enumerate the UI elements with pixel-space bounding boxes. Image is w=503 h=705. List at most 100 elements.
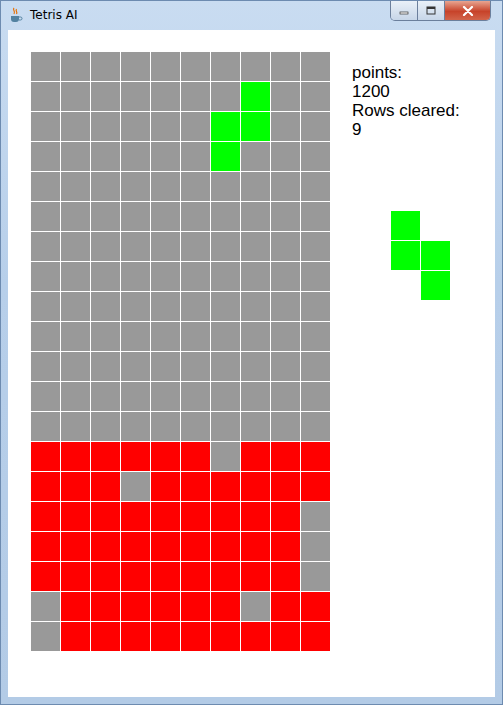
board-cell bbox=[301, 352, 330, 381]
board-cell bbox=[301, 142, 330, 171]
board-cell bbox=[31, 82, 60, 111]
board-cell bbox=[181, 202, 210, 231]
game-panel: points:1200Rows cleared:9 bbox=[8, 30, 495, 697]
board-cell bbox=[301, 622, 330, 651]
board-cell bbox=[151, 412, 180, 441]
board-cell bbox=[271, 622, 300, 651]
board-cell bbox=[31, 232, 60, 261]
board-cell bbox=[31, 562, 60, 591]
minimize-button[interactable] bbox=[391, 1, 418, 20]
board-cell bbox=[31, 292, 60, 321]
board-cell bbox=[151, 352, 180, 381]
board-cell bbox=[181, 622, 210, 651]
preview-cell bbox=[421, 241, 450, 270]
board-cell bbox=[61, 172, 90, 201]
board-cell bbox=[271, 82, 300, 111]
board-cell bbox=[271, 142, 300, 171]
maximize-button[interactable] bbox=[418, 1, 445, 20]
board-cell bbox=[271, 592, 300, 621]
board-cell bbox=[271, 262, 300, 291]
board-cell bbox=[181, 532, 210, 561]
board-cell bbox=[91, 322, 120, 351]
preview-cell bbox=[391, 211, 420, 240]
board-cell bbox=[241, 232, 270, 261]
board-cell bbox=[241, 352, 270, 381]
board-cell bbox=[31, 442, 60, 471]
board-cell bbox=[301, 202, 330, 231]
board-cell bbox=[91, 622, 120, 651]
board-cell bbox=[121, 232, 150, 261]
board-cell bbox=[61, 142, 90, 171]
board-cell bbox=[121, 472, 150, 501]
stat-label: points: bbox=[352, 63, 460, 82]
stat-label: Rows cleared: bbox=[352, 101, 460, 120]
board-cell bbox=[151, 112, 180, 141]
board-cell bbox=[211, 262, 240, 291]
board-cell bbox=[241, 172, 270, 201]
board-cell bbox=[271, 52, 300, 81]
board-cell bbox=[241, 592, 270, 621]
preview-cell bbox=[391, 241, 420, 270]
board-cell bbox=[31, 502, 60, 531]
board-cell bbox=[211, 562, 240, 591]
board-cell bbox=[241, 502, 270, 531]
java-cup-icon bbox=[8, 7, 24, 23]
close-button[interactable] bbox=[445, 1, 490, 20]
board-cell bbox=[301, 562, 330, 591]
board-cell bbox=[31, 52, 60, 81]
board-cell bbox=[61, 412, 90, 441]
board-cell bbox=[301, 112, 330, 141]
board-cell bbox=[271, 382, 300, 411]
board-cell bbox=[271, 232, 300, 261]
board-cell bbox=[301, 262, 330, 291]
board-cell bbox=[91, 142, 120, 171]
board-cell bbox=[61, 472, 90, 501]
board-cell bbox=[181, 412, 210, 441]
board-cell bbox=[211, 142, 240, 171]
side-panel: points:1200Rows cleared:9 bbox=[352, 52, 460, 300]
board-cell bbox=[61, 202, 90, 231]
preview-cell bbox=[391, 271, 420, 300]
board-cell bbox=[181, 352, 210, 381]
board-cell bbox=[31, 172, 60, 201]
board-cell bbox=[151, 82, 180, 111]
board-cell bbox=[301, 172, 330, 201]
board-cell bbox=[181, 112, 210, 141]
board-cell bbox=[151, 142, 180, 171]
board-cell bbox=[91, 292, 120, 321]
board-cell bbox=[31, 262, 60, 291]
board-cell bbox=[211, 202, 240, 231]
board-cell bbox=[151, 232, 180, 261]
board-cell bbox=[241, 112, 270, 141]
board-cell bbox=[271, 442, 300, 471]
board-cell bbox=[241, 532, 270, 561]
board-cell bbox=[91, 592, 120, 621]
board-cell bbox=[61, 442, 90, 471]
board-cell bbox=[151, 442, 180, 471]
board-cell bbox=[211, 292, 240, 321]
board-cell bbox=[61, 52, 90, 81]
board-cell bbox=[121, 502, 150, 531]
board-cell bbox=[91, 532, 120, 561]
board-cell bbox=[211, 82, 240, 111]
board-cell bbox=[121, 52, 150, 81]
board-cell bbox=[31, 352, 60, 381]
board-cell bbox=[301, 232, 330, 261]
board-cell bbox=[271, 562, 300, 591]
board-cell bbox=[271, 172, 300, 201]
board-cell bbox=[211, 622, 240, 651]
board-cell bbox=[181, 562, 210, 591]
board-cell bbox=[121, 442, 150, 471]
board-cell bbox=[271, 352, 300, 381]
board-cell bbox=[181, 472, 210, 501]
board-cell bbox=[211, 472, 240, 501]
board-cell bbox=[271, 112, 300, 141]
board-cell bbox=[181, 232, 210, 261]
board-cell bbox=[301, 52, 330, 81]
board-cell bbox=[121, 142, 150, 171]
board-cell bbox=[181, 592, 210, 621]
board-cell bbox=[181, 382, 210, 411]
board-cell bbox=[211, 322, 240, 351]
board-cell bbox=[31, 592, 60, 621]
board-cell bbox=[241, 322, 270, 351]
